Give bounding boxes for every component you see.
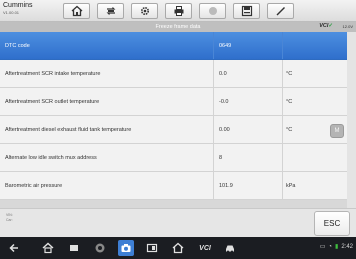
vehicle-info: VIN: Car: xyxy=(6,213,13,222)
wifi-icon: ◔ xyxy=(328,243,332,250)
column-divider xyxy=(282,144,283,171)
parameter-name: Alternate low idle switch mux address xyxy=(5,155,97,161)
brand: Cummins V1.00.01 xyxy=(3,2,33,15)
settings-button[interactable] xyxy=(131,3,158,19)
table-row[interactable]: Aftertreatment SCR intake temperature 0.… xyxy=(0,60,347,88)
column-divider xyxy=(282,116,283,143)
home-nav-button[interactable] xyxy=(40,240,56,256)
car-label: Car: xyxy=(6,217,13,222)
home-nav-icon xyxy=(42,242,54,254)
edit-button[interactable] xyxy=(267,3,294,19)
column-divider xyxy=(282,32,283,59)
vin-label: VIN: xyxy=(6,213,13,217)
print-icon xyxy=(174,6,183,16)
column-divider xyxy=(213,116,214,143)
help-button[interactable] xyxy=(199,3,226,19)
parameter-unit: °C xyxy=(286,127,293,133)
parameter-value: 0.0 xyxy=(219,71,227,77)
parameter-name: DTC code xyxy=(5,43,30,49)
esc-button[interactable]: ESC xyxy=(314,211,350,236)
screenshot-icon: ▭ xyxy=(319,244,326,250)
edit-icon xyxy=(276,7,285,16)
car-icon xyxy=(226,245,234,253)
top-toolbar: Cummins V1.00.01 xyxy=(0,0,356,22)
vehicle-swap-icon xyxy=(106,7,115,15)
battery-voltage: 12.0V xyxy=(342,24,353,29)
camera-icon xyxy=(121,244,131,252)
save-icon xyxy=(241,5,252,17)
home-car-button[interactable] xyxy=(170,240,186,256)
parameter-name: Aftertreatment diesel exhaust fluid tank… xyxy=(5,127,132,133)
parameter-value: 0.00 xyxy=(219,127,230,133)
back-button[interactable] xyxy=(6,240,22,256)
column-divider xyxy=(282,60,283,87)
column-divider xyxy=(213,88,214,115)
recent-apps-icon xyxy=(70,245,78,251)
vci-label: VCI xyxy=(319,23,329,29)
system-status: ▭ ◔ ▮ 2:42 xyxy=(319,243,353,251)
app-name: Cummins xyxy=(3,2,33,9)
car-button[interactable] xyxy=(222,240,238,256)
column-divider xyxy=(282,88,283,115)
parameter-unit: °C xyxy=(286,99,293,105)
table-row[interactable]: Aftertreatment diesel exhaust fluid tank… xyxy=(0,116,347,144)
table-row[interactable]: Aftertreatment SCR outlet temperature -0… xyxy=(0,88,347,116)
column-divider xyxy=(213,172,214,199)
parameter-value: -0.0 xyxy=(219,99,229,105)
page-title: Freeze frame data xyxy=(155,24,201,30)
home-icon xyxy=(71,5,82,17)
app-version: V1.00.01 xyxy=(3,10,20,15)
table-row[interactable]: Barometric air pressure 101.9 kPa xyxy=(0,172,347,200)
parameter-unit: kPa xyxy=(286,183,296,189)
print-button[interactable] xyxy=(165,3,192,19)
table-row[interactable]: Alternate low idle switch mux address 8 xyxy=(0,144,347,172)
column-divider xyxy=(213,144,214,171)
vci-nav-button[interactable]: VCI xyxy=(194,240,216,256)
system-navbar: VCI ▭ ◔ ▮ 2:42 xyxy=(0,237,356,259)
vehicle-swap-button[interactable] xyxy=(97,3,124,19)
settings-icon xyxy=(140,6,149,16)
screen-button[interactable] xyxy=(144,240,160,256)
parameter-unit: °C xyxy=(286,71,293,77)
home-button[interactable] xyxy=(63,3,90,19)
column-divider xyxy=(213,60,214,87)
parameter-value: 8 xyxy=(219,155,223,161)
save-button[interactable] xyxy=(233,3,260,19)
back-icon xyxy=(9,243,18,253)
footer-bar: VIN: Car: ESC xyxy=(0,208,356,237)
browser-button[interactable] xyxy=(92,240,108,256)
parameter-name: Aftertreatment SCR intake temperature xyxy=(5,71,101,77)
vci-connected-icon: ✓ xyxy=(328,23,333,29)
parameter-value: 101.9 xyxy=(219,183,233,189)
parameter-name: Aftertreatment SCR outlet temperature xyxy=(5,99,100,105)
floating-menu-button[interactable]: M xyxy=(330,124,344,138)
camera-button[interactable] xyxy=(118,240,134,256)
parameter-value: 0649 xyxy=(219,43,232,49)
table-row[interactable]: DTC code 0649 xyxy=(0,32,347,60)
home-car-icon xyxy=(172,242,184,254)
parameter-name: Barometric air pressure xyxy=(5,183,63,189)
sub-header: Freeze frame data VCI✓ 12.0V xyxy=(0,22,356,32)
recent-apps-button[interactable] xyxy=(66,240,82,256)
scrollbar[interactable] xyxy=(347,32,356,208)
column-divider xyxy=(282,172,283,199)
browser-icon xyxy=(95,243,105,253)
vci-icon: VCI xyxy=(199,244,211,252)
vci-status: VCI✓ xyxy=(319,23,333,29)
screen-icon xyxy=(146,243,158,253)
help-icon xyxy=(208,7,217,15)
battery-icon: ▮ xyxy=(335,244,339,250)
clock: 2:42 xyxy=(341,243,353,250)
column-divider xyxy=(213,32,214,59)
